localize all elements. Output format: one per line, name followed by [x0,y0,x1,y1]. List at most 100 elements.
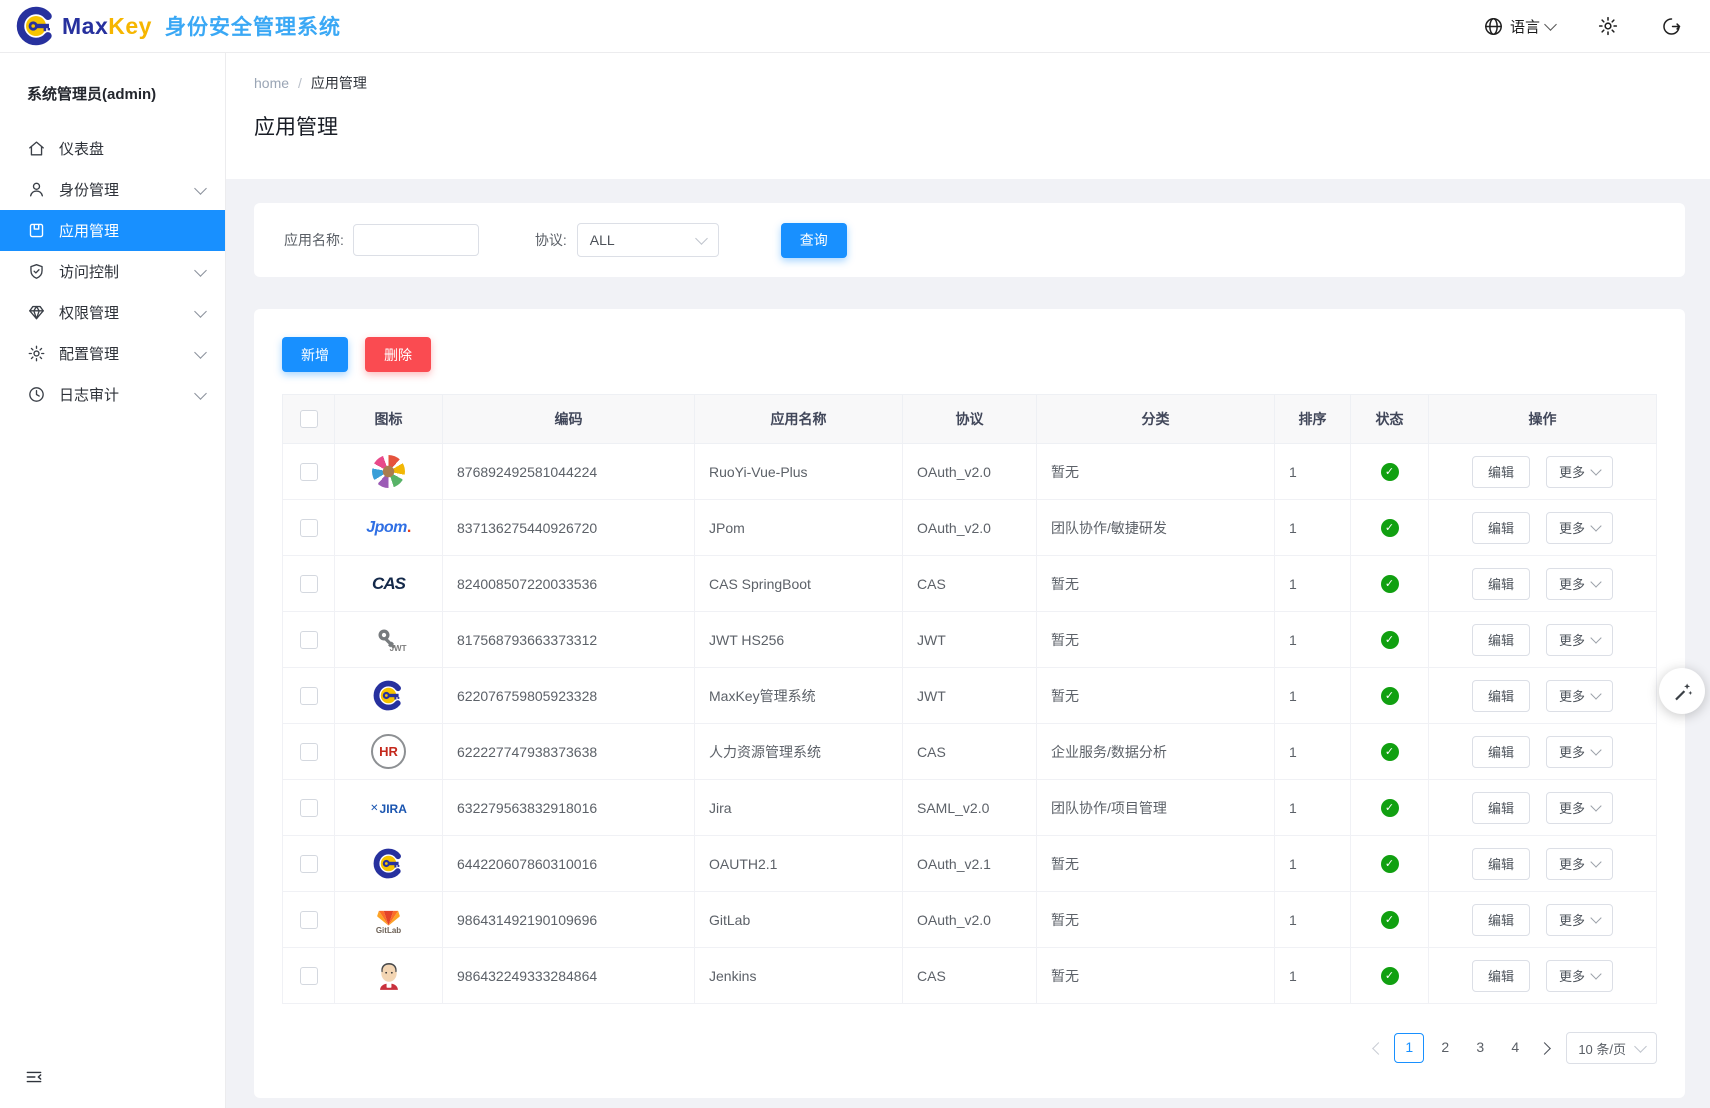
chevron-down-icon [194,305,207,318]
edit-button[interactable]: 编辑 [1472,848,1530,880]
row-checkbox[interactable] [300,519,318,537]
maxkey-logo-icon [373,848,404,879]
app-icon-cell: GitLab [335,892,443,948]
chevron-down-icon [1590,576,1601,587]
edit-button[interactable]: 编辑 [1472,904,1530,936]
edit-button[interactable]: 编辑 [1472,736,1530,768]
hr-logo-icon: HR [371,734,406,769]
pagination-page-4[interactable]: 4 [1501,1033,1529,1061]
edit-button[interactable]: 编辑 [1472,792,1530,824]
gitlab-logo-icon: GitLab [375,904,402,935]
table-row: 876892492581044224 RuoYi-Vue-Plus OAuth_… [283,444,1657,500]
sidebar-item-访问控制[interactable]: 访问控制 [0,251,225,292]
column-header: 协议 [903,395,1037,444]
edit-button[interactable]: 编辑 [1472,568,1530,600]
row-checkbox[interactable] [300,967,318,985]
pagination-page-2[interactable]: 2 [1431,1033,1459,1061]
more-button[interactable]: 更多 [1546,736,1613,768]
sidebar-item-配置管理[interactable]: 配置管理 [0,333,225,374]
row-checkbox[interactable] [300,855,318,873]
sidebar-item-label: 权限管理 [59,302,119,323]
app-name-cell: OAUTH2.1 [695,836,903,892]
delete-button[interactable]: 删除 [365,337,431,372]
row-checkbox[interactable] [300,631,318,649]
pagination-page-1[interactable]: 1 [1394,1033,1424,1063]
more-button[interactable]: 更多 [1546,904,1613,936]
table-row: CAS 824008507220033536 CAS SpringBoot CA… [283,556,1657,612]
edit-button[interactable]: 编辑 [1472,512,1530,544]
floating-tool-button[interactable] [1659,668,1705,714]
pagination-page-3[interactable]: 3 [1466,1033,1494,1061]
chevron-down-icon [194,346,207,359]
app-code-cell: 817568793663373312 [443,612,695,668]
breadcrumb-home-link[interactable]: home [254,75,289,91]
language-menu[interactable]: 语言 [1483,16,1555,37]
column-header: 排序 [1275,395,1351,444]
breadcrumb-separator: / [298,75,302,91]
gear-icon[interactable] [1597,15,1619,37]
table-row: ✕JIRA 632279563832918016 Jira SAML_v2.0 … [283,780,1657,836]
jwt-logo-icon: JWT [372,623,406,657]
app-icon-cell: HR [335,724,443,780]
app-category-cell: 团队协作/项目管理 [1037,780,1275,836]
app-name-cell: RuoYi-Vue-Plus [695,444,903,500]
menu-fold-icon[interactable] [24,1067,44,1090]
filter-panel: 应用名称: 协议: ALL 查询 [254,203,1685,277]
search-button[interactable]: 查询 [781,223,847,258]
app-name-input[interactable] [353,224,479,256]
sidebar-item-仪表盘[interactable]: 仪表盘 [0,128,225,169]
column-header: 应用名称 [695,395,903,444]
sidebar-item-权限管理[interactable]: 权限管理 [0,292,225,333]
gear-icon [27,344,46,363]
table-row: GitLab 986431492190109696 GitLab OAuth_v… [283,892,1657,948]
edit-button[interactable]: 编辑 [1472,960,1530,992]
edit-button[interactable]: 编辑 [1472,680,1530,712]
brand-name-secondary: Key [108,13,152,39]
pagination: 1234 10 条/页 [282,1032,1657,1064]
pagination-prev-icon[interactable] [1372,1042,1385,1055]
sidebar-item-日志审计[interactable]: 日志审计 [0,374,225,415]
edit-button[interactable]: 编辑 [1472,456,1530,488]
sidebar-item-应用管理[interactable]: 应用管理 [0,210,225,251]
more-button[interactable]: 更多 [1546,624,1613,656]
chevron-down-icon [194,182,207,195]
more-button[interactable]: 更多 [1546,792,1613,824]
user-icon [27,180,46,199]
logout-icon[interactable] [1661,16,1682,37]
more-button[interactable]: 更多 [1546,456,1613,488]
pagination-next-icon[interactable] [1538,1042,1551,1055]
more-button[interactable]: 更多 [1546,512,1613,544]
row-checkbox[interactable] [300,799,318,817]
column-header: 状态 [1351,395,1429,444]
page-size-select[interactable]: 10 条/页 [1566,1032,1657,1064]
row-checkbox[interactable] [300,743,318,761]
sidebar-menu: 仪表盘 身份管理 应用管理 访问控制 权限管理 配置管理 日志审计 [0,128,225,415]
more-button[interactable]: 更多 [1546,568,1613,600]
chevron-down-icon [194,264,207,277]
app-protocol-cell: OAuth_v2.0 [903,500,1037,556]
app-code-cell: 632279563832918016 [443,780,695,836]
wand-icon [1671,680,1694,703]
brand: MaxKey 身份安全管理系统 [16,6,341,46]
add-button[interactable]: 新增 [282,337,348,372]
app-name-cell: Jira [695,780,903,836]
row-checkbox[interactable] [300,575,318,593]
edit-button[interactable]: 编辑 [1472,624,1530,656]
protocol-select[interactable]: ALL [577,223,719,257]
app-sort-cell: 1 [1275,724,1351,780]
app-icon-cell: JWT [335,612,443,668]
select-all-checkbox[interactable] [300,410,318,428]
chevron-down-icon [1590,968,1601,979]
more-button[interactable]: 更多 [1546,848,1613,880]
app-icon-cell [335,836,443,892]
more-button[interactable]: 更多 [1546,680,1613,712]
row-checkbox[interactable] [300,687,318,705]
sidebar-item-label: 访问控制 [59,261,119,282]
status-enabled-icon [1381,519,1399,537]
row-checkbox[interactable] [300,911,318,929]
chevron-down-icon [695,232,708,245]
breadcrumb-current: 应用管理 [311,73,367,93]
row-checkbox[interactable] [300,463,318,481]
more-button[interactable]: 更多 [1546,960,1613,992]
sidebar-item-身份管理[interactable]: 身份管理 [0,169,225,210]
